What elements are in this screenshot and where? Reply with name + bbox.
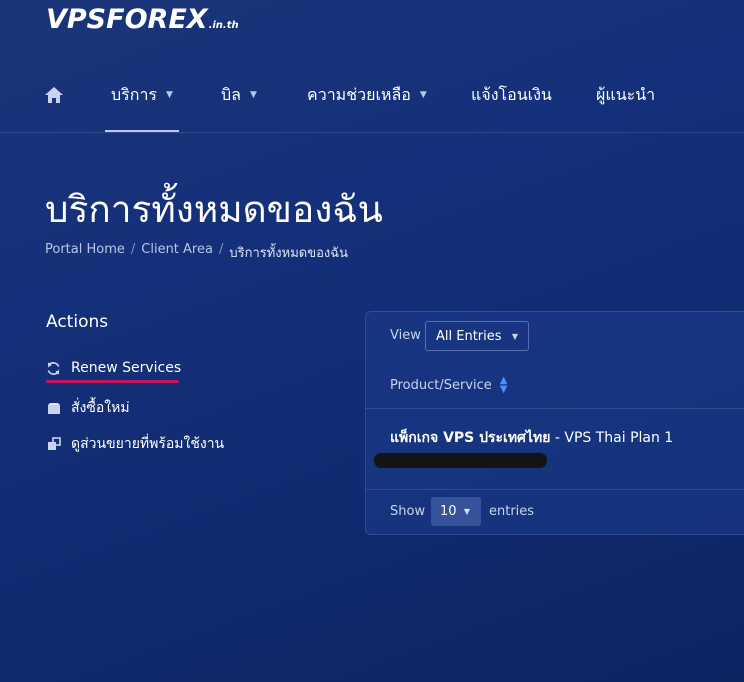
main-nav: บริการ ▼ บิล ▼ ความช่วยเหลือ ▼ แจ้งโอนเง…: [0, 58, 744, 133]
active-underline: [46, 380, 179, 383]
redacted-domain: [374, 453, 547, 468]
nav-label: บริการ: [111, 84, 158, 104]
caret-down-icon: ▼: [419, 90, 427, 100]
home-icon[interactable]: [44, 86, 64, 104]
entries-value: 10: [440, 504, 457, 519]
action-label: สั่งซื้อใหม่: [71, 400, 130, 416]
show-label: Show: [390, 504, 426, 519]
view-label: View: [390, 328, 421, 343]
product-plan: - VPS Thai Plan 1: [550, 430, 674, 446]
caret-down-icon: ▼: [166, 90, 173, 100]
nav-item-affiliates[interactable]: ผู้แนะนำ: [596, 58, 655, 132]
action-label: ดูส่วนขยายที่พร้อมใช้งาน: [71, 436, 225, 452]
breadcrumb-separator: /: [218, 242, 224, 257]
view-addons-link[interactable]: ดูส่วนขยายที่พร้อมใช้งาน: [46, 433, 224, 455]
nav-item-support[interactable]: ความช่วยเหลือ ▼: [307, 58, 427, 132]
box-icon: [46, 401, 61, 416]
breadcrumb-separator: /: [130, 242, 136, 257]
nav-item-payment-notify[interactable]: แจ้งโอนเงิน: [471, 58, 552, 132]
view-filter-select[interactable]: All Entries ▼: [425, 321, 529, 351]
services-table-panel: View All Entries ▼ Product/Service ▲ ▼ แพ…: [365, 311, 744, 535]
nav-label: ผู้แนะนำ: [596, 84, 656, 104]
refresh-icon: [46, 361, 61, 376]
breadcrumb: Portal Home / Client Area / บริการทั้งหม…: [45, 242, 348, 263]
logo[interactable]: VPSFOREX .in.th: [46, 4, 239, 35]
page-title: บริการทั้งหมดของฉัน: [45, 188, 383, 231]
divider: [366, 408, 744, 409]
renew-services-link[interactable]: Renew Services: [46, 360, 181, 376]
nav-label: แจ้งโอนเงิน: [471, 84, 552, 104]
divider: [366, 489, 744, 490]
logo-main: VPSFOREX: [46, 4, 208, 35]
entries-per-page-select[interactable]: 10 ▼: [431, 497, 481, 526]
logo-suffix: .in.th: [208, 20, 239, 31]
caret-down-icon: ▼: [511, 331, 518, 341]
sort-icon: ▲ ▼: [499, 375, 508, 395]
breadcrumb-client-area[interactable]: Client Area: [141, 242, 213, 263]
column-label: Product/Service: [390, 377, 492, 393]
nav-label: ความช่วยเหลือ: [307, 84, 411, 104]
view-filter-value: All Entries: [436, 328, 502, 344]
action-label: Renew Services: [71, 360, 182, 376]
breadcrumb-portal-home[interactable]: Portal Home: [45, 242, 125, 263]
nav-item-billing[interactable]: บิล ▼: [221, 58, 257, 132]
entries-label: entries: [489, 504, 535, 519]
table-row[interactable]: แพ็กเกจ VPS ประเทศไทย - VPS Thai Plan 1: [390, 427, 673, 449]
addons-icon: [46, 437, 61, 452]
nav-label: บิล: [221, 84, 241, 104]
product-name: แพ็กเกจ VPS ประเทศไทย: [390, 430, 551, 446]
caret-down-icon: ▼: [463, 507, 470, 516]
new-order-link[interactable]: สั่งซื้อใหม่: [46, 397, 130, 419]
actions-title: Actions: [46, 312, 109, 332]
nav-item-services[interactable]: บริการ ▼: [105, 58, 179, 132]
caret-down-icon: ▼: [249, 90, 257, 100]
breadcrumb-current: บริการทั้งหมดของฉัน: [229, 246, 349, 261]
column-header-product[interactable]: Product/Service ▲ ▼: [390, 375, 508, 395]
